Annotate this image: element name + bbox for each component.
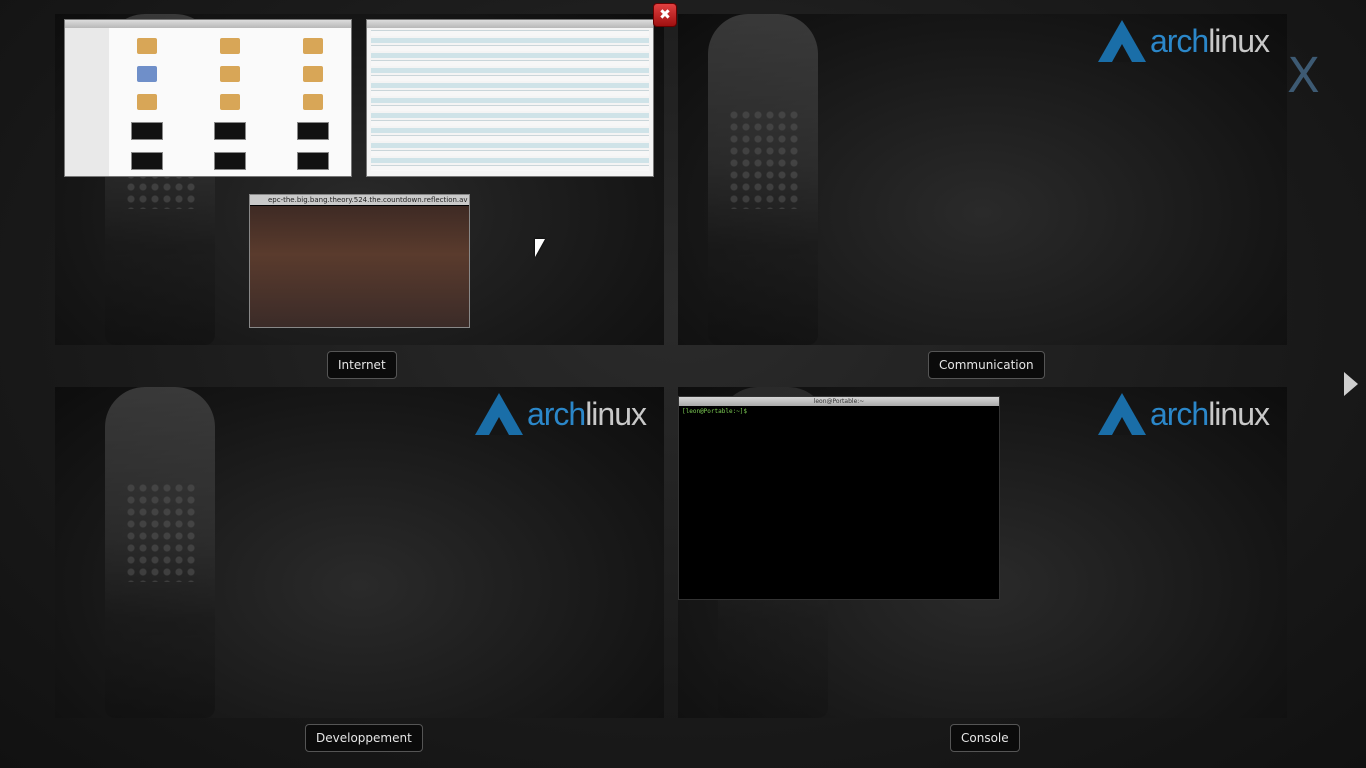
- file-manager-window-thumbnail[interactable]: [64, 19, 352, 177]
- wallpaper-figure: [105, 387, 215, 718]
- video-window-title: epc-the.big.bang.theory.524.the.countdow…: [250, 195, 469, 205]
- workspace-label-communication[interactable]: Communication: [928, 351, 1045, 379]
- terminal-prompt: [leon@Portable:~]$: [682, 408, 748, 415]
- workspace-label-internet[interactable]: Internet: [327, 351, 397, 379]
- terminal-window-thumbnail[interactable]: leon@Portable:~ [leon@Portable:~]$: [678, 396, 1000, 600]
- workspace-communication[interactable]: archlinux: [678, 14, 1287, 345]
- background-x-glyph: X: [1287, 48, 1320, 104]
- browser-window-thumbnail[interactable]: [366, 19, 654, 177]
- archlinux-logo: archlinux: [1097, 20, 1270, 62]
- workspace-console[interactable]: archlinux leon@Portable:~ [leon@Portable…: [678, 387, 1287, 718]
- close-icon[interactable]: ✖: [653, 3, 677, 27]
- video-frame: [250, 206, 469, 327]
- archlinux-logo: archlinux: [474, 393, 647, 435]
- mouse-cursor-icon: [535, 239, 545, 257]
- workspace-internet[interactable]: epc-the.big.bang.theory.524.the.countdow…: [55, 14, 664, 345]
- video-player-window-thumbnail[interactable]: epc-the.big.bang.theory.524.the.countdow…: [249, 194, 470, 328]
- wallpaper-figure: [708, 14, 818, 345]
- archlinux-logo: archlinux: [1097, 393, 1270, 435]
- workspace-label-console[interactable]: Console: [950, 724, 1020, 752]
- workspace-label-developpement[interactable]: Developpement: [305, 724, 423, 752]
- terminal-window-title: leon@Portable:~: [679, 397, 999, 406]
- workspace-developpement[interactable]: archlinux: [55, 387, 664, 718]
- next-page-arrow-icon[interactable]: [1344, 372, 1358, 396]
